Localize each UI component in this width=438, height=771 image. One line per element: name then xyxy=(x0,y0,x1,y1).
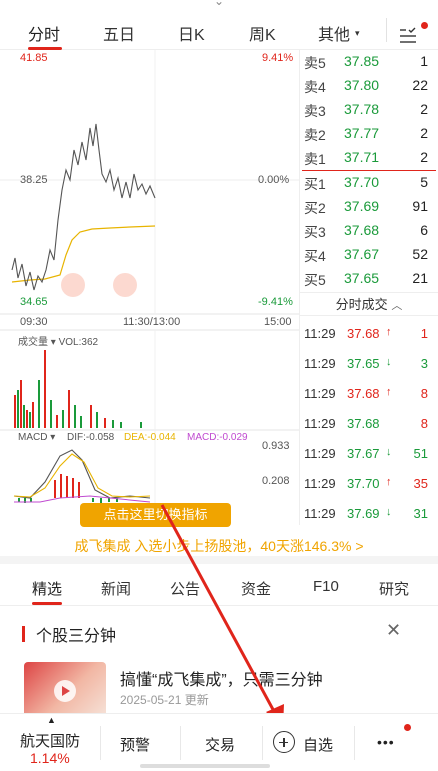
home-indicator xyxy=(140,764,270,768)
tab-daily-k[interactable]: 日K xyxy=(178,21,205,45)
add-to-watchlist-button[interactable]: 自选 xyxy=(303,734,333,755)
chart-period-tabs: 分时 五日 日K 周K 其他 ▾ xyxy=(0,10,438,50)
order-book-row: 买3 37.68 6 xyxy=(304,222,428,240)
tab-featured[interactable]: 精选 xyxy=(32,578,62,599)
order-book-row: 卖5 37.85 1 xyxy=(304,53,428,71)
macd-label: MACD xyxy=(18,432,48,443)
order-book-row: 卖2 37.77 2 xyxy=(304,125,428,143)
volume-indicator-selector[interactable]: 成交量 ▾ VOL:362 xyxy=(18,333,98,348)
trade-row: 11:29 37.69 ↓ 31 xyxy=(304,506,428,521)
bottom-bar-divider xyxy=(100,726,101,760)
switch-indicator-tooltip[interactable]: 点击这里切换指标 xyxy=(80,503,231,527)
promo-banner[interactable]: 成飞集成 入选小步上扬股池，40天涨146.3% > xyxy=(0,528,438,564)
volume-dropdown-icon: ▾ xyxy=(50,337,56,348)
trade-row: 11:29 37.68 8 xyxy=(304,416,428,431)
macd-axis-bottom: 0.208 xyxy=(262,475,290,487)
tab-weekly-k[interactable]: 周K xyxy=(249,21,276,45)
pct-high-label: 9.41% xyxy=(262,52,294,64)
info-tabs: 精选 新闻 公告 资金 F10 研究 xyxy=(0,568,438,606)
bottom-action-bar: ▲ 航天国防 1.14% 预警 交易 自选 ••• xyxy=(0,713,438,771)
trades-header[interactable]: 分时成交 ︿ xyxy=(300,292,438,316)
macd-axis-top: 0.933 xyxy=(262,440,290,452)
tab-news[interactable]: 新闻 xyxy=(101,578,131,599)
time-end-label: 15:00 xyxy=(264,316,292,328)
macd-indicator-selector[interactable]: MACD ▾ xyxy=(18,432,55,443)
collapse-chevron-icon[interactable]: ⌄ xyxy=(0,0,438,7)
pct-mid-label: 0.00% xyxy=(258,174,290,186)
article-date: 2025-05-21 更新 xyxy=(120,693,209,707)
tab-five-day[interactable]: 五日 xyxy=(103,21,135,45)
section-title: 个股三分钟 xyxy=(36,628,117,645)
alert-button[interactable]: 预警 xyxy=(120,734,150,755)
order-book-row: 卖4 37.80 22 xyxy=(304,77,428,95)
bottom-bar-divider xyxy=(354,726,355,760)
volume-value: VOL:362 xyxy=(58,337,99,348)
bottom-bar-divider xyxy=(180,726,181,760)
trade-row: 11:29 37.65 ↓ 3 xyxy=(304,356,428,371)
article-thumbnail[interactable] xyxy=(24,662,106,718)
bottom-bar-divider xyxy=(262,726,263,760)
macd-dropdown-icon: ▾ xyxy=(50,432,56,443)
tab-funds[interactable]: 资金 xyxy=(241,578,271,599)
dif-value: DIF:-0.058 xyxy=(67,432,115,443)
tab-announcements[interactable]: 公告 xyxy=(170,578,200,599)
time-mid-label: 11:30/13:00 xyxy=(123,316,181,328)
article-title[interactable]: 搞懂“成飞集成”，只需三分钟 xyxy=(120,666,323,690)
more-notification-dot xyxy=(404,724,411,731)
order-book-row: 卖3 37.78 2 xyxy=(304,101,428,119)
time-start-label: 09:30 xyxy=(20,316,48,328)
intraday-chart[interactable]: 41.85 9.41% 38.25 0.00% 34.65 -9.41% 09:… xyxy=(0,50,300,525)
chevron-up-icon: ︿ xyxy=(391,300,403,312)
tab-f10[interactable]: F10 xyxy=(313,578,339,595)
chart-settings-icon[interactable] xyxy=(398,26,418,46)
close-icon[interactable]: ✕ xyxy=(386,620,401,641)
price-mid-label: 38.25 xyxy=(20,174,48,186)
order-book-row: 卖1 37.71 2 xyxy=(304,149,428,167)
order-book-row: 买1 37.70 5 xyxy=(304,174,428,192)
order-book-row: 买2 37.69 91 xyxy=(304,198,428,216)
tab-other[interactable]: 其他 xyxy=(318,21,350,45)
order-book-row: 买4 37.67 52 xyxy=(304,246,428,264)
tab-research[interactable]: 研究 xyxy=(379,578,409,599)
caret-up-icon: ▲ xyxy=(47,715,56,725)
tab-other-dropdown-icon[interactable]: ▾ xyxy=(355,28,360,39)
order-book-row: 买5 37.65 21 xyxy=(304,270,428,288)
related-sector-change: 1.14% xyxy=(30,750,70,766)
price-low-label: 34.65 xyxy=(20,296,48,308)
play-icon xyxy=(54,680,76,702)
macd-value: MACD:-0.029 xyxy=(187,432,248,443)
trade-button[interactable]: 交易 xyxy=(205,734,235,755)
volume-label: 成交量 xyxy=(18,337,48,348)
settings-notification-dot xyxy=(421,22,428,29)
add-icon[interactable] xyxy=(273,731,295,753)
info-tab-active-indicator xyxy=(32,602,62,605)
chart-svg xyxy=(0,50,299,520)
trade-row: 11:29 37.68 ↑ 8 xyxy=(304,386,428,401)
trades-header-label: 分时成交 xyxy=(335,297,388,312)
related-sector-name[interactable]: 航天国防 xyxy=(20,730,80,751)
tab-intraday[interactable]: 分时 xyxy=(28,21,60,45)
trade-row: 11:29 37.68 ↑ 1 xyxy=(304,326,428,341)
trade-row: 11:29 37.70 ↑ 35 xyxy=(304,476,428,491)
trade-row: 11:29 37.67 ↓ 51 xyxy=(304,446,428,461)
price-high-label: 41.85 xyxy=(20,52,48,64)
pct-low-label: -9.41% xyxy=(258,296,293,308)
section-accent-bar xyxy=(22,626,25,642)
more-button[interactable]: ••• xyxy=(377,734,395,750)
dea-value: DEA:-0.044 xyxy=(124,432,176,443)
tab-divider xyxy=(386,18,387,42)
